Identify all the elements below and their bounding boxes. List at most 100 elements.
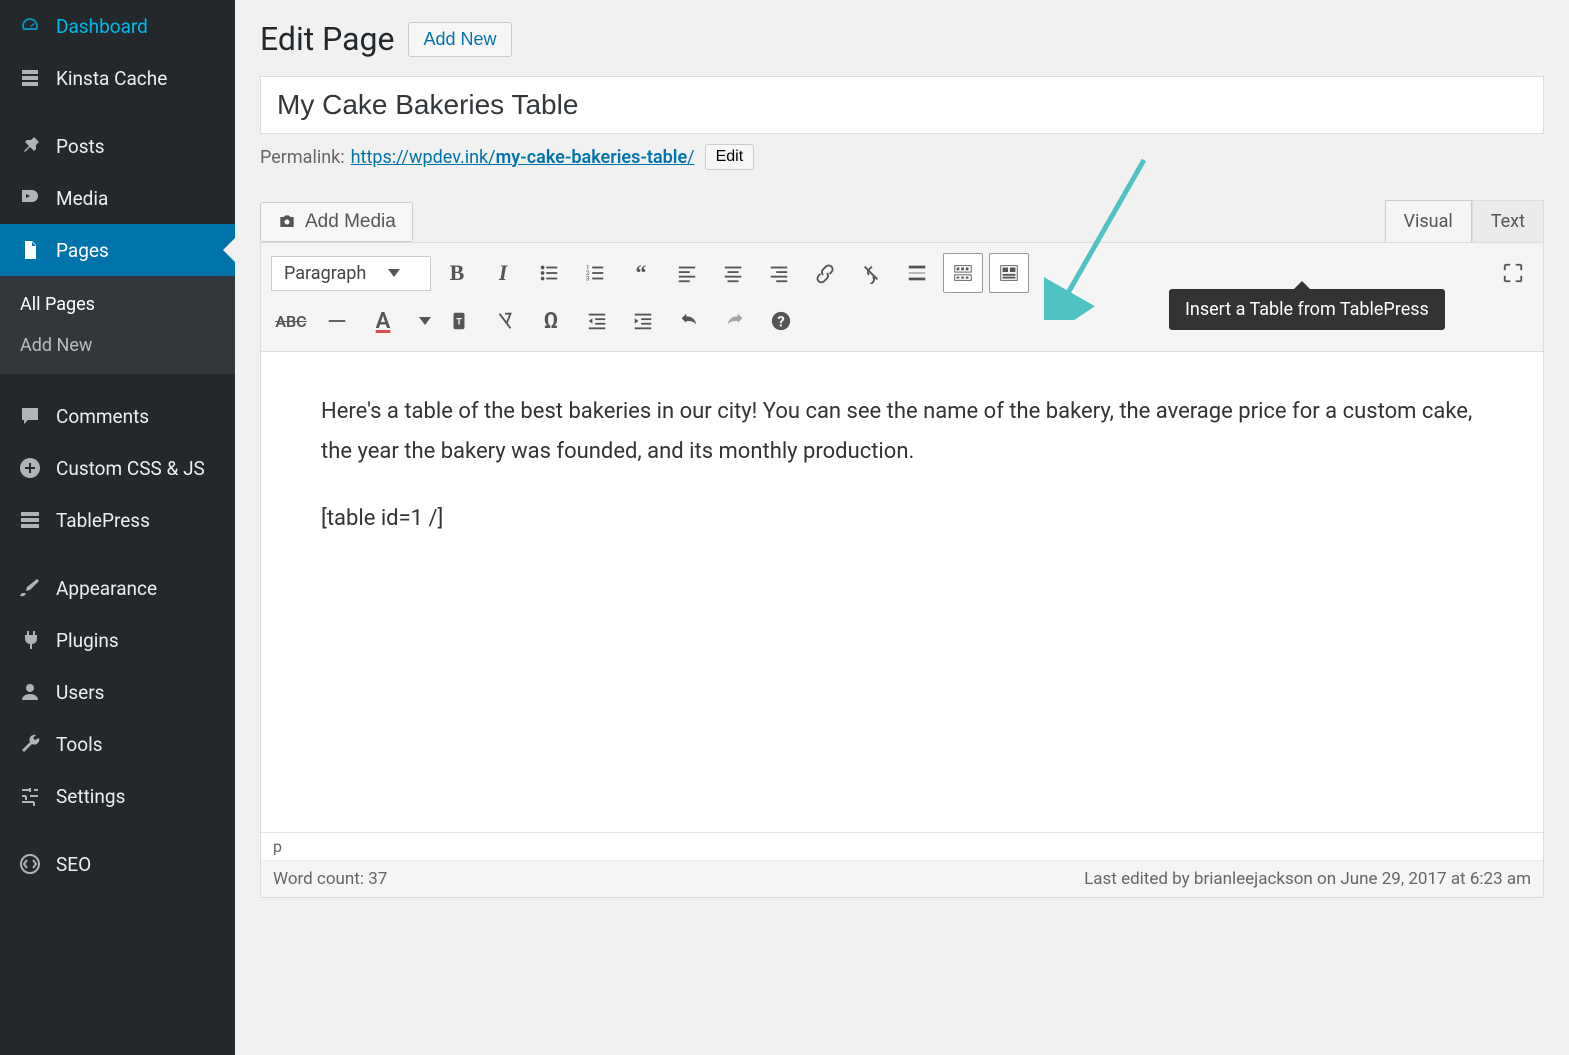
- sidebar-label: Comments: [56, 405, 149, 428]
- content-paragraph: Here's a table of the best bakeries in o…: [321, 392, 1483, 471]
- help-button[interactable]: ?: [761, 301, 801, 341]
- tooltip: Insert a Table from TablePress: [1169, 289, 1445, 330]
- permalink-label: Permalink:: [260, 147, 345, 168]
- sidebar-label: Media: [56, 187, 108, 210]
- brush-icon: [16, 574, 44, 602]
- sidebar-item-kinsta-cache[interactable]: Kinsta Cache: [0, 52, 235, 104]
- read-more-button[interactable]: [897, 253, 937, 293]
- camera-icon: [277, 212, 297, 232]
- last-edited: Last edited by brianleejackson on June 2…: [1084, 869, 1531, 889]
- sidebar-item-comments[interactable]: Comments: [0, 390, 235, 442]
- sidebar-item-pages[interactable]: Pages: [0, 224, 235, 276]
- sidebar-label: SEO: [56, 853, 91, 876]
- strikethrough-button[interactable]: ABC: [271, 301, 311, 341]
- sidebar-label: TablePress: [56, 509, 150, 532]
- seo-icon: [16, 850, 44, 878]
- format-select[interactable]: Paragraph: [271, 256, 431, 291]
- editor-container: Paragraph B I 123 “ ABC A: [260, 242, 1544, 898]
- sidebar-label: Posts: [56, 135, 105, 158]
- editor-toolbar: Paragraph B I 123 “ ABC A: [261, 243, 1543, 352]
- comment-icon: [16, 402, 44, 430]
- sidebar-item-users[interactable]: Users: [0, 666, 235, 718]
- sidebar-item-dashboard[interactable]: Dashboard: [0, 0, 235, 52]
- sidebar-item-custom-css-js[interactable]: Custom CSS & JS: [0, 442, 235, 494]
- insert-table-button[interactable]: [989, 253, 1029, 293]
- edit-permalink-button[interactable]: Edit: [705, 144, 755, 170]
- sidebar-label: Pages: [56, 239, 109, 262]
- plus-icon: [16, 454, 44, 482]
- text-color-button[interactable]: A: [363, 301, 403, 341]
- page-title: Edit Page: [260, 20, 394, 58]
- pin-icon: [16, 132, 44, 160]
- sidebar-item-tablepress[interactable]: TablePress: [0, 494, 235, 546]
- user-icon: [16, 678, 44, 706]
- special-char-button[interactable]: Ω: [531, 301, 571, 341]
- align-center-button[interactable]: [713, 253, 753, 293]
- sidebar-item-plugins[interactable]: Plugins: [0, 614, 235, 666]
- svg-text:?: ?: [777, 313, 784, 331]
- sidebar-submenu: All Pages Add New: [0, 276, 235, 374]
- svg-text:T: T: [456, 318, 462, 328]
- numbered-list-button[interactable]: 123: [575, 253, 615, 293]
- bold-button[interactable]: B: [437, 253, 477, 293]
- word-count: Word count: 37: [273, 869, 387, 889]
- tab-text[interactable]: Text: [1472, 200, 1544, 242]
- text-color-dropdown[interactable]: [409, 301, 433, 341]
- sidebar-item-seo[interactable]: SEO: [0, 838, 235, 890]
- sidebar-label: Custom CSS & JS: [56, 457, 205, 480]
- admin-sidebar: Dashboard Kinsta Cache Posts Media Pages…: [0, 0, 235, 1055]
- sidebar-label: Kinsta Cache: [56, 67, 167, 90]
- align-right-button[interactable]: [759, 253, 799, 293]
- editor-body[interactable]: Here's a table of the best bakeries in o…: [261, 352, 1543, 832]
- tab-visual[interactable]: Visual: [1385, 200, 1472, 242]
- sidebar-item-appearance[interactable]: Appearance: [0, 562, 235, 614]
- media-icon: [16, 184, 44, 212]
- sidebar-label: Users: [56, 681, 104, 704]
- redo-button[interactable]: [715, 301, 755, 341]
- undo-button[interactable]: [669, 301, 709, 341]
- sidebar-label: Settings: [56, 785, 125, 808]
- clear-formatting-button[interactable]: [485, 301, 525, 341]
- sidebar-label: Plugins: [56, 629, 119, 652]
- unlink-button[interactable]: [851, 253, 891, 293]
- permalink-row: Permalink: https://wpdev.ink/my-cake-bak…: [260, 144, 1544, 170]
- blockquote-button[interactable]: “: [621, 253, 661, 293]
- pages-icon: [16, 236, 44, 264]
- content-shortcode: [table id=1 /]: [321, 499, 1483, 539]
- element-path: p: [261, 833, 1543, 861]
- indent-button[interactable]: [623, 301, 663, 341]
- add-new-button[interactable]: Add New: [408, 22, 511, 57]
- sidebar-label: Appearance: [56, 577, 157, 600]
- sidebar-sub-add-new[interactable]: Add New: [0, 325, 235, 366]
- align-left-button[interactable]: [667, 253, 707, 293]
- table-icon: [16, 506, 44, 534]
- paste-text-button[interactable]: T: [439, 301, 479, 341]
- plug-icon: [16, 626, 44, 654]
- sidebar-label: Dashboard: [56, 15, 148, 38]
- bullet-list-button[interactable]: [529, 253, 569, 293]
- wrench-icon: [16, 730, 44, 758]
- add-media-button[interactable]: Add Media: [260, 202, 413, 242]
- outdent-button[interactable]: [577, 301, 617, 341]
- main-content: Edit Page Add New Permalink: https://wpd…: [235, 0, 1569, 898]
- sidebar-label: Tools: [56, 733, 103, 756]
- link-button[interactable]: [805, 253, 845, 293]
- chevron-down-icon: [388, 269, 400, 277]
- sidebar-sub-all-pages[interactable]: All Pages: [0, 284, 235, 325]
- horizontal-rule-button[interactable]: [317, 301, 357, 341]
- toolbar-toggle-button[interactable]: [943, 253, 983, 293]
- sidebar-item-settings[interactable]: Settings: [0, 770, 235, 822]
- editor-tabs: Visual Text: [1385, 200, 1544, 242]
- sidebar-item-posts[interactable]: Posts: [0, 120, 235, 172]
- italic-button[interactable]: I: [483, 253, 523, 293]
- sidebar-item-media[interactable]: Media: [0, 172, 235, 224]
- fullscreen-button[interactable]: [1493, 253, 1533, 293]
- cache-icon: [16, 64, 44, 92]
- post-title-input[interactable]: [260, 76, 1544, 134]
- gauge-icon: [16, 12, 44, 40]
- sliders-icon: [16, 782, 44, 810]
- permalink-link[interactable]: https://wpdev.ink/my-cake-bakeries-table…: [351, 147, 695, 168]
- svg-text:3: 3: [586, 274, 590, 282]
- editor-status-bar: p Word count: 37 Last edited by brianlee…: [261, 832, 1543, 897]
- sidebar-item-tools[interactable]: Tools: [0, 718, 235, 770]
